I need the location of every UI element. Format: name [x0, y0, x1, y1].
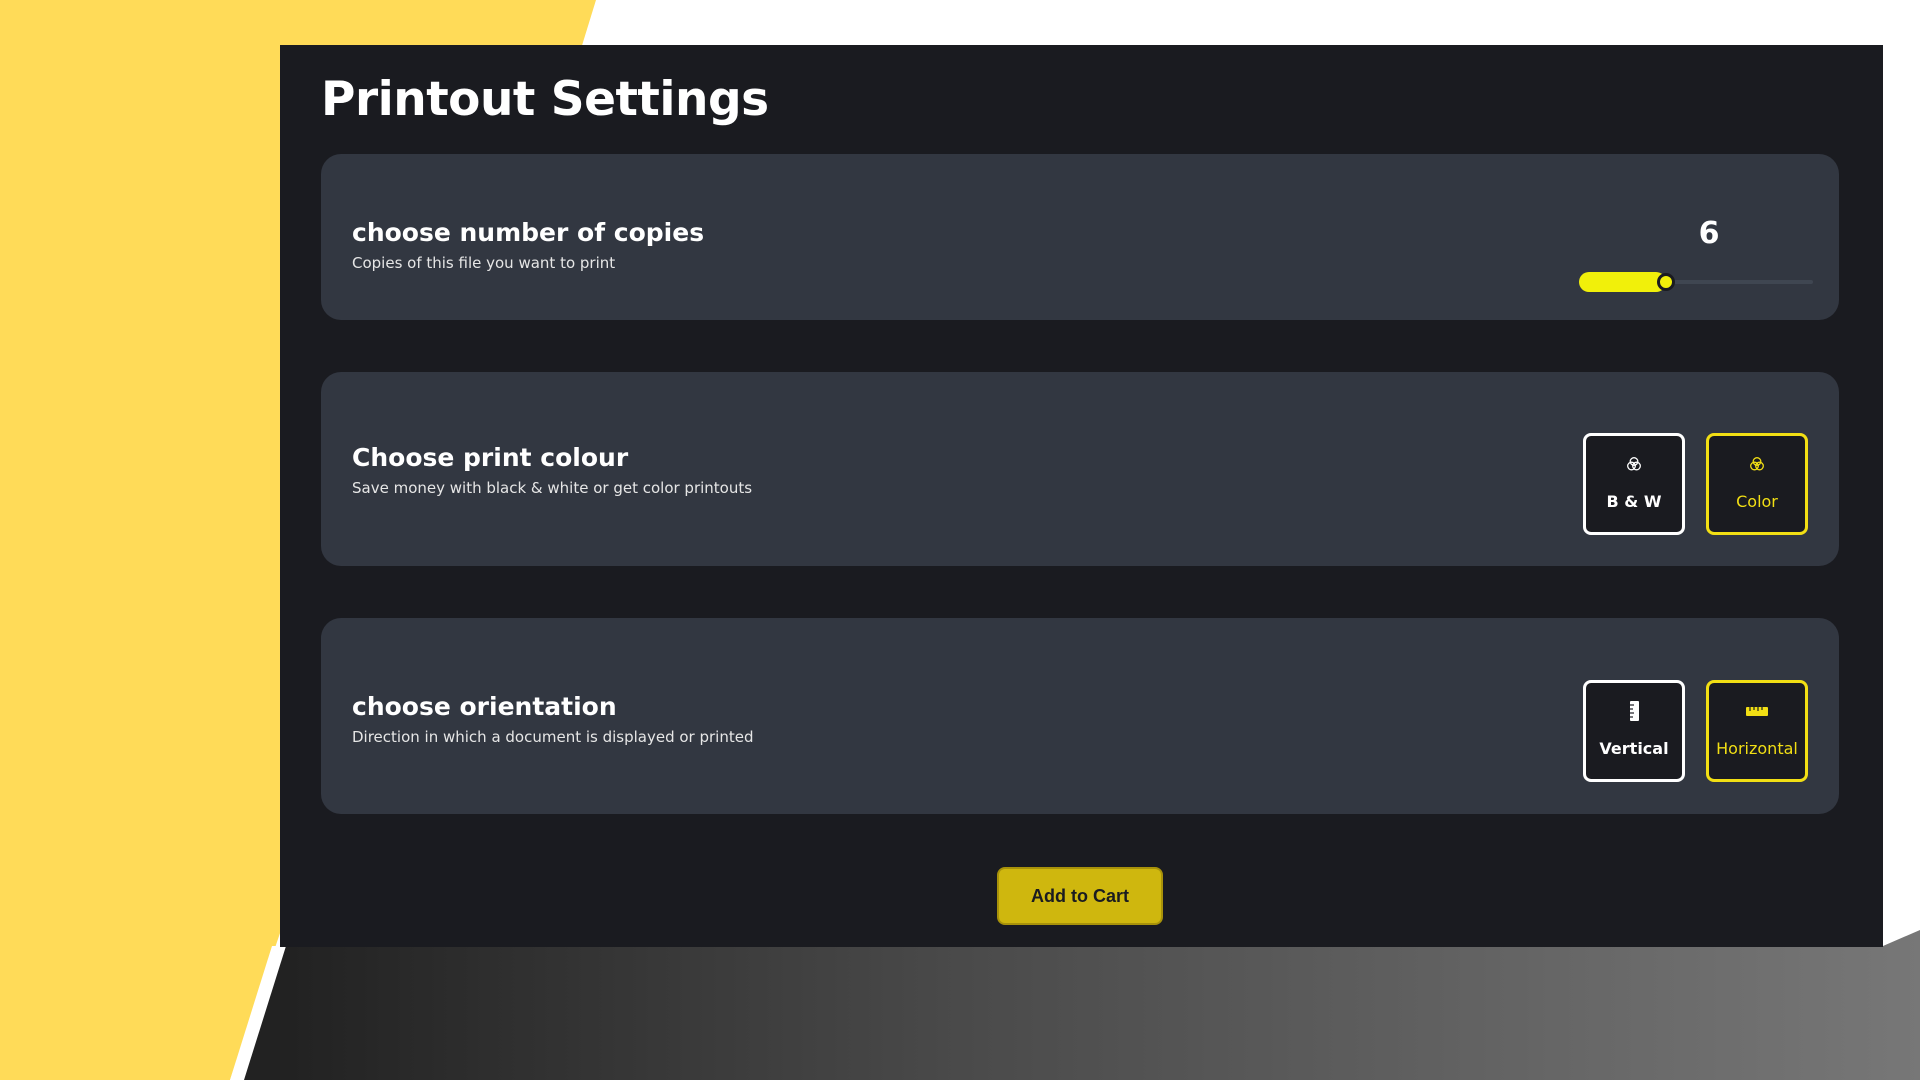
- copies-card: choose number of copies Copies of this f…: [321, 154, 1839, 320]
- orientation-text: choose orientation Direction in which a …: [352, 692, 753, 746]
- horizontal-option-label: Horizontal: [1716, 739, 1798, 758]
- colour-text: Choose print colour Save money with blac…: [352, 443, 752, 497]
- copies-subtext: Copies of this file you want to print: [352, 254, 616, 272]
- copies-value: 6: [1698, 216, 1720, 251]
- slider-thumb[interactable]: [1656, 273, 1675, 291]
- vertical-option-label: Vertical: [1599, 739, 1669, 758]
- color-option-label: Color: [1736, 492, 1778, 511]
- venn-circles-icon: [1709, 454, 1805, 474]
- slider-fill: [1579, 272, 1666, 292]
- vertical-option-button[interactable]: Vertical: [1583, 680, 1685, 782]
- ruler-horizontal-icon: [1709, 701, 1805, 721]
- page-title: Printout Settings: [321, 72, 769, 127]
- ruler-vertical-icon: [1586, 701, 1682, 721]
- add-to-cart-button[interactable]: Add to Cart: [997, 867, 1163, 925]
- copies-heading: choose number of copies: [352, 218, 705, 247]
- colour-subtext: Save money with black & white or get col…: [352, 479, 753, 497]
- bw-option-label: B & W: [1606, 492, 1662, 511]
- horizontal-option-button[interactable]: Horizontal: [1706, 680, 1808, 782]
- orientation-heading: choose orientation: [352, 692, 617, 721]
- copies-slider[interactable]: [1579, 270, 1813, 294]
- colour-card: Choose print colour Save money with blac…: [321, 372, 1839, 566]
- venn-circles-icon: [1586, 454, 1682, 474]
- bw-option-button[interactable]: B & W: [1583, 433, 1685, 535]
- color-option-button[interactable]: Color: [1706, 433, 1808, 535]
- copies-text: choose number of copies Copies of this f…: [352, 218, 704, 272]
- orientation-card: choose orientation Direction in which a …: [321, 618, 1839, 814]
- colour-heading: Choose print colour: [352, 443, 629, 472]
- printout-settings-panel: Printout Settings choose number of copie…: [280, 45, 1883, 947]
- orientation-subtext: Direction in which a document is display…: [352, 728, 754, 746]
